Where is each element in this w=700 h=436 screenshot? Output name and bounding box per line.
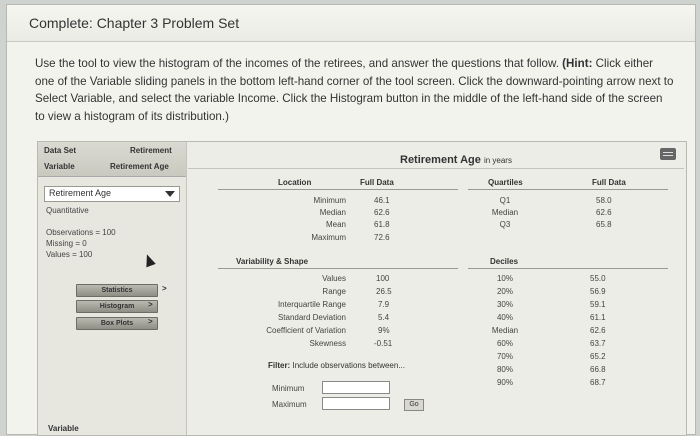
observations-count: Observations = 100 — [46, 228, 116, 237]
decile-label: 20% — [496, 287, 513, 296]
deciles-header: Deciles — [490, 257, 519, 266]
decile-label: 70% — [496, 352, 513, 361]
page: Complete: Chapter 3 Problem Set Use the … — [6, 4, 696, 436]
statistics-panel: Retirement Age in years Location Full Da… — [188, 142, 684, 435]
decile-label: Median — [491, 326, 519, 335]
divider — [188, 168, 684, 169]
panel-title: Retirement Age in years — [400, 154, 512, 166]
filter-prefix: Filter: — [268, 361, 291, 370]
values-count: Values = 100 — [46, 250, 93, 259]
variable-title: Retirement Age — [400, 154, 481, 166]
decile-value: 63.7 — [590, 339, 606, 348]
location-label: Mean — [325, 220, 346, 229]
hint-label: (Hint: — [562, 57, 593, 70]
variability-value: 100 — [376, 274, 390, 283]
decile-label: 40% — [496, 313, 513, 322]
location-value: 62.6 — [374, 208, 390, 217]
decile-label: 80% — [496, 365, 513, 374]
quartile-label: Median — [491, 208, 519, 217]
variability-label: Range — [322, 287, 346, 296]
select-variable-value: Retirement Age — [49, 188, 112, 198]
variability-label: Interquartile Range — [277, 300, 346, 309]
location-label: Minimum — [313, 196, 346, 205]
location-label: Maximum — [311, 233, 346, 242]
statistics-button[interactable]: Statistics — [76, 284, 158, 297]
units-label: in years — [483, 156, 512, 165]
mouse-cursor-icon — [142, 252, 156, 268]
instructions: Use the tool to view the histogram of th… — [35, 55, 675, 125]
location-label: Median — [319, 208, 346, 217]
variability-value: 9% — [378, 326, 390, 335]
location-value: 61.8 — [374, 220, 390, 229]
quartiles-full-data-header: Full Data — [592, 178, 626, 187]
variable-value[interactable]: Retirement Age — [110, 162, 169, 171]
decile-label: 90% — [496, 378, 513, 387]
quartile-label: Q3 — [499, 220, 511, 229]
variability-label: Coefficient of Variation — [266, 326, 346, 335]
variability-rule — [218, 268, 458, 269]
left-panel: Data Set Retirement Variable Retirement … — [38, 142, 187, 435]
quartile-value: 62.6 — [596, 208, 612, 217]
title-bar: Complete: Chapter 3 Problem Set — [7, 5, 695, 42]
box-plots-chevron-icon[interactable]: > — [148, 317, 153, 326]
data-set-label: Data Set — [44, 146, 77, 155]
menu-icon[interactable] — [660, 148, 676, 160]
chevron-down-icon[interactable] — [165, 191, 175, 197]
variable-panel-tab[interactable]: Variable — [48, 424, 79, 433]
quartiles-header: Quartiles — [488, 178, 523, 187]
filter-maximum-input[interactable] — [322, 397, 390, 410]
quartile-value: 65.8 — [596, 220, 612, 229]
variability-label: Standard Deviation — [277, 313, 346, 322]
filter-text: Include observations between... — [292, 361, 405, 370]
decile-label: 10% — [496, 274, 513, 283]
histogram-button[interactable]: Histogram — [76, 300, 158, 313]
go-button[interactable]: Go — [404, 399, 424, 411]
variable-type: Quantitative — [46, 206, 89, 215]
instructions-text: Use the tool to view the histogram of th… — [35, 57, 559, 70]
deciles-rule — [468, 268, 668, 269]
decile-value: 65.2 — [590, 352, 606, 361]
histogram-chevron-icon[interactable]: > — [148, 300, 153, 309]
filter-maximum-label: Maximum — [272, 400, 307, 409]
location-value: 72.6 — [374, 233, 390, 242]
decile-label: 30% — [496, 300, 513, 309]
variability-header: Variability & Shape — [236, 257, 309, 266]
decile-value: 66.8 — [590, 365, 606, 374]
page-title: Complete: Chapter 3 Problem Set — [29, 15, 240, 31]
filter-minimum-input[interactable] — [322, 381, 390, 394]
location-rule — [218, 189, 458, 190]
variable-label: Variable — [44, 162, 75, 171]
variability-value: 7.9 — [378, 300, 390, 309]
decile-value: 59.1 — [590, 300, 606, 309]
filter-label: Filter: Include observations between... — [268, 361, 405, 370]
data-set-value[interactable]: Retirement — [130, 146, 172, 155]
variability-value: 26.5 — [376, 287, 392, 296]
filter-minimum-label: Minimum — [272, 384, 305, 393]
decile-value: 62.6 — [590, 326, 606, 335]
location-header: Location — [278, 178, 312, 187]
statistics-chevron-icon[interactable]: > — [162, 284, 167, 293]
decile-value: 56.9 — [590, 287, 606, 296]
decile-label: 60% — [496, 339, 513, 348]
quartile-value: 58.0 — [596, 196, 612, 205]
box-plots-button[interactable]: Box Plots — [76, 317, 158, 330]
decile-value: 68.7 — [590, 378, 606, 387]
decile-value: 61.1 — [590, 313, 606, 322]
variability-value: -0.51 — [374, 339, 393, 348]
missing-count: Missing = 0 — [46, 239, 87, 248]
variability-label: Values — [322, 274, 346, 283]
quartiles-rule — [468, 189, 668, 190]
dataset-header: Data Set Retirement Variable Retirement … — [38, 142, 186, 177]
statistics-tool: Data Set Retirement Variable Retirement … — [37, 141, 687, 436]
variability-label: Skewness — [309, 339, 346, 348]
location-full-data-header: Full Data — [360, 178, 394, 187]
variability-value: 5.4 — [378, 313, 390, 322]
select-variable-dropdown[interactable]: Retirement Age — [44, 186, 180, 202]
quartile-label: Q1 — [499, 196, 511, 205]
location-value: 46.1 — [374, 196, 390, 205]
decile-value: 55.0 — [590, 274, 606, 283]
